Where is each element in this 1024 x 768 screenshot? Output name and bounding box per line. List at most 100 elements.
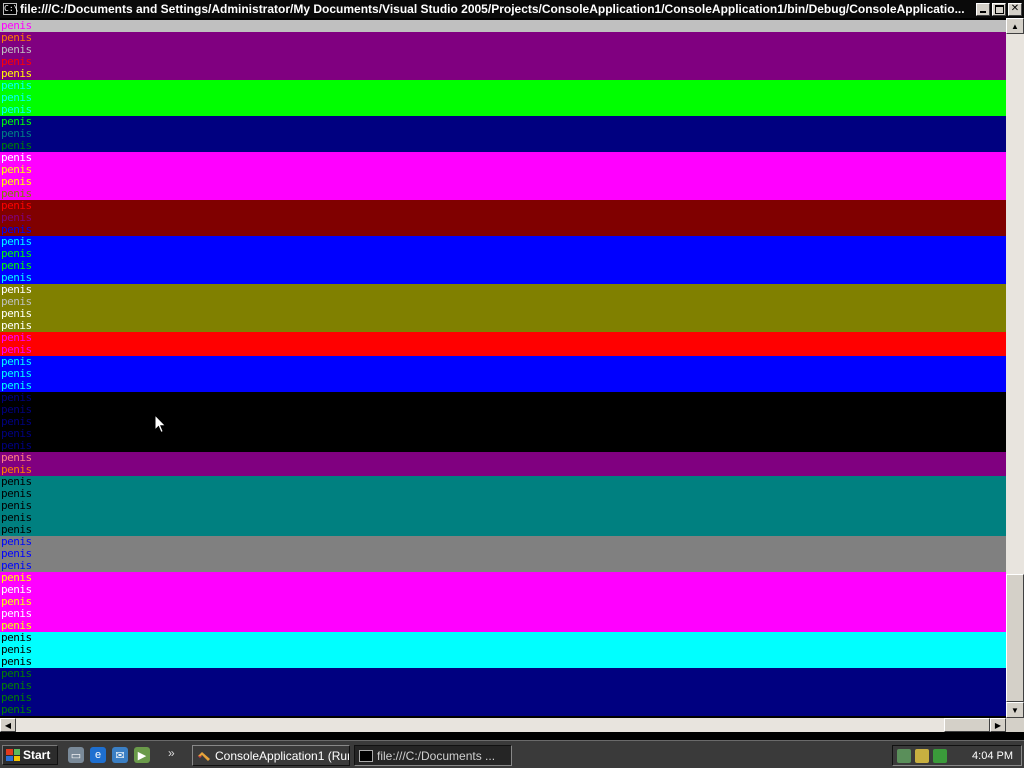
close-icon: ✕ xyxy=(1010,3,1020,14)
vertical-scrollbar[interactable]: ▲ ▼ xyxy=(1006,18,1024,718)
console-color-band xyxy=(42,572,1006,632)
console-line: penis xyxy=(0,128,42,140)
console-line: penis xyxy=(0,356,42,368)
console-line: penis xyxy=(0,188,42,200)
scroll-right-button[interactable]: ▶ xyxy=(990,718,1006,732)
console-color-band xyxy=(42,668,1006,716)
console-color-band xyxy=(42,356,1006,392)
volume-icon[interactable] xyxy=(915,748,929,763)
console-line: penis xyxy=(0,476,42,488)
console-line: penis xyxy=(0,632,42,644)
console-icon xyxy=(359,749,373,762)
console-line: penis xyxy=(0,608,42,620)
show-desktop-icon[interactable]: ▭ xyxy=(68,747,84,763)
console-line: penis xyxy=(0,224,42,236)
console-line: penis xyxy=(0,308,42,320)
console-line: penis xyxy=(0,692,42,704)
mouse-cursor-icon xyxy=(154,414,167,434)
clock[interactable]: 4:04 PM xyxy=(972,750,1013,762)
scrollbar-corner xyxy=(1006,718,1024,732)
console-line: penis xyxy=(0,284,42,296)
console-line: penis xyxy=(0,320,42,332)
minimize-button[interactable] xyxy=(976,2,990,16)
console-line: penis xyxy=(0,212,42,224)
window-title: file:///C:/Documents and Settings/Admini… xyxy=(20,2,965,16)
console-color-band xyxy=(42,152,1006,200)
start-label: Start xyxy=(23,748,51,762)
console-icon[interactable]: C:\ xyxy=(3,3,18,15)
console-line: penis xyxy=(0,656,42,668)
console-line: penis xyxy=(0,560,42,572)
console-line: penis xyxy=(0,452,42,464)
console-line: penis xyxy=(0,416,42,428)
console-line: penis xyxy=(0,116,42,128)
close-button[interactable]: ✕ xyxy=(1008,2,1022,16)
console-line: penis xyxy=(0,140,42,152)
console-line: penis xyxy=(0,344,42,356)
console-color-band xyxy=(42,236,1006,284)
start-button[interactable]: Start xyxy=(2,745,58,765)
taskbar-button-label: file:///C:/Documents ... xyxy=(377,748,496,763)
console-line: penis xyxy=(0,56,42,68)
taskbar: Start ▭ e ✉ ▶ » ConsoleApplication1 (Run… xyxy=(0,740,1024,768)
console-line: penis xyxy=(0,500,42,512)
windows-media-icon[interactable]: ▶ xyxy=(134,747,150,763)
console-line: penis xyxy=(0,548,42,560)
console-color-band xyxy=(42,284,1006,332)
quick-launch: ▭ e ✉ ▶ xyxy=(68,747,150,763)
console-line: penis xyxy=(0,248,42,260)
console-line: penis xyxy=(0,32,42,44)
minimize-icon xyxy=(980,10,986,13)
console-color-band xyxy=(42,536,1006,572)
console-color-band xyxy=(42,476,1006,536)
console-color-band xyxy=(42,452,1006,476)
console-line: penis xyxy=(0,92,42,104)
console-color-band xyxy=(42,80,1006,116)
console-line: penis xyxy=(0,668,42,680)
console-line: penis xyxy=(0,584,42,596)
vertical-scroll-thumb[interactable] xyxy=(1006,574,1024,702)
console-line: penis xyxy=(0,536,42,548)
network-icon[interactable] xyxy=(897,748,911,763)
console-line: penis xyxy=(0,68,42,80)
console-line: penis xyxy=(0,332,42,344)
console-line: penis xyxy=(0,392,42,404)
security-icon[interactable] xyxy=(933,748,947,763)
taskbar-button-console[interactable]: file:///C:/Documents ... xyxy=(354,745,512,766)
console-line: penis xyxy=(0,704,42,716)
console-color-band xyxy=(42,20,1006,32)
console-line: penis xyxy=(0,464,42,476)
restore-button[interactable] xyxy=(992,2,1006,16)
console-line: penis xyxy=(0,296,42,308)
restore-icon xyxy=(994,4,1004,14)
internet-explorer-icon[interactable]: e xyxy=(90,747,106,763)
taskbar-button-visual-studio[interactable]: ConsoleApplication1 (Run... xyxy=(192,745,350,766)
console-output[interactable]: penis penis penis penis penis penis penis penis… xyxy=(0,18,1006,718)
console-line: penis xyxy=(0,596,42,608)
console-line: penis xyxy=(0,428,42,440)
console-line: penis xyxy=(0,176,42,188)
console-color-band xyxy=(42,32,1006,80)
quick-launch-overflow-icon[interactable]: » xyxy=(168,746,175,760)
console-line: penis xyxy=(0,44,42,56)
title-bar[interactable]: C:\ file:///C:/Documents and Settings/Ad… xyxy=(0,0,1024,18)
console-color-band xyxy=(42,200,1006,236)
scroll-left-button[interactable]: ◀ xyxy=(0,718,16,732)
console-line: penis xyxy=(0,104,42,116)
console-line: penis xyxy=(0,524,42,536)
horizontal-scroll-thumb[interactable] xyxy=(944,718,990,732)
outlook-express-icon[interactable]: ✉ xyxy=(112,747,128,763)
scroll-down-button[interactable]: ▼ xyxy=(1006,702,1024,718)
horizontal-scrollbar[interactable]: ◀ ▶ xyxy=(0,718,1006,732)
console-line: penis xyxy=(0,440,42,452)
scroll-up-button[interactable]: ▲ xyxy=(1006,18,1024,34)
visual-studio-icon xyxy=(198,751,210,761)
console-line: penis xyxy=(0,272,42,284)
console-line: penis xyxy=(0,620,42,632)
console-line: penis xyxy=(0,512,42,524)
console-color-band xyxy=(42,116,1006,152)
console-line: penis xyxy=(0,236,42,248)
console-line: penis xyxy=(0,200,42,212)
console-line: penis xyxy=(0,404,42,416)
console-line: penis xyxy=(0,152,42,164)
